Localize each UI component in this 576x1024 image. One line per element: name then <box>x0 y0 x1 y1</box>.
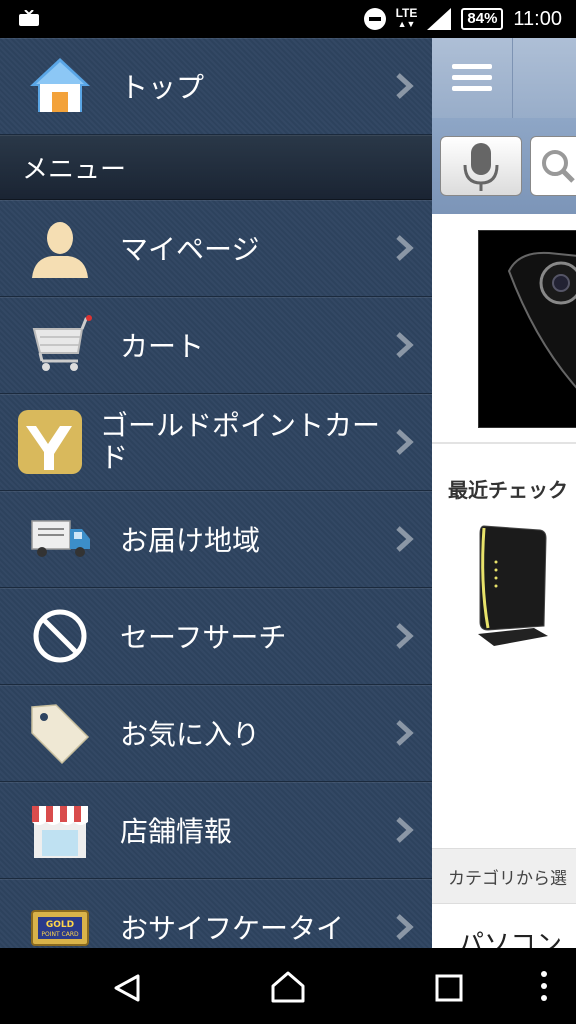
drawer-item-label: お届け地域 <box>120 524 261 557</box>
gold-point-card-logo-icon <box>18 410 82 474</box>
chevron-right-icon <box>396 429 414 455</box>
battery-indicator: 84% <box>461 8 504 30</box>
search-icon <box>542 150 575 183</box>
voice-search-button[interactable] <box>440 136 522 196</box>
chevron-right-icon <box>396 720 414 746</box>
divider <box>432 442 576 444</box>
home-button-icon[interactable] <box>270 970 306 1004</box>
drawer-item-osaifu-keitai[interactable]: GOLD POINT CARD おサイフケータイ <box>0 879 432 948</box>
chevron-right-icon <box>396 332 414 358</box>
category-bar-label: カテゴリから選 <box>448 869 567 889</box>
category-pc-link[interactable]: パソコン <box>458 924 562 948</box>
chevron-right-icon <box>396 526 414 552</box>
cart-icon <box>32 315 92 371</box>
svg-text:POINT CARD: POINT CARD <box>41 931 79 938</box>
clock: 11:00 <box>513 7 562 30</box>
lte-indicator: LTE ▲▼ <box>395 6 418 29</box>
system-navigation-bar <box>0 948 576 1024</box>
person-icon <box>32 222 88 278</box>
category-bar: カテゴリから選 <box>432 848 576 904</box>
drawer-item-top[interactable]: トップ <box>0 38 432 135</box>
drawer-item-label: ゴールドポイントカード <box>100 409 381 474</box>
drawer-item-label: カート <box>120 330 205 363</box>
drawer-item-label: 店舗情報 <box>120 815 233 848</box>
drawer-item-store-info[interactable]: 店舗情報 <box>0 782 432 879</box>
signal-icon <box>427 8 452 30</box>
more-options-icon[interactable] <box>538 970 550 1004</box>
drawer-item-label: おサイフケータイ <box>120 912 345 945</box>
point-card-icon: GOLD POINT CARD <box>31 910 89 946</box>
chevron-right-icon <box>396 817 414 843</box>
navigation-drawer: トップ メニュー マイページ カート ゴールドポイントカード お届け地域 セーフ… <box>0 38 432 948</box>
drawer-item-label: マイページ <box>120 233 260 266</box>
recently-checked-title: 最近チェック <box>448 478 568 502</box>
menu-section-header: メニュー <box>0 135 432 200</box>
tv-notification-icon <box>19 10 39 26</box>
app-content: 最近チェック カテゴリから選 パソコン トップ メニュー マイページ カート ゴ… <box>0 38 576 948</box>
no-entry-icon <box>33 609 87 663</box>
chevron-right-icon <box>396 73 414 99</box>
drawer-item-cart[interactable]: カート <box>0 297 432 394</box>
microphone-icon <box>463 143 499 191</box>
truck-icon <box>31 520 90 557</box>
chevron-right-icon <box>396 623 414 649</box>
do-not-disturb-icon <box>363 8 386 30</box>
product-banner-image[interactable] <box>478 230 576 428</box>
chevron-right-icon <box>396 235 414 261</box>
home-icon <box>30 58 90 112</box>
chevron-right-icon <box>396 914 414 940</box>
menu-section-title: メニュー <box>22 155 127 185</box>
router-product-image[interactable] <box>474 522 550 648</box>
drawer-item-delivery-area[interactable]: お届け地域 <box>0 491 432 588</box>
search-input[interactable] <box>530 136 576 196</box>
drawer-item-label: お気に入り <box>120 718 261 751</box>
phone-image <box>479 231 576 427</box>
store-icon <box>32 806 88 858</box>
svg-text:GOLD: GOLD <box>46 920 74 930</box>
search-bar <box>432 118 576 214</box>
back-icon[interactable] <box>112 972 144 1004</box>
status-bar: LTE ▲▼ 84% 11:00 <box>0 0 576 38</box>
drawer-item-favorites[interactable]: お気に入り <box>0 685 432 782</box>
drawer-item-mypage[interactable]: マイページ <box>0 200 432 297</box>
drawer-item-gold-point-card[interactable]: ゴールドポイントカード <box>0 394 432 491</box>
drawer-item-label: セーフサーチ <box>120 621 287 654</box>
drawer-item-safe-search[interactable]: セーフサーチ <box>0 588 432 685</box>
drawer-item-top-label: トップ <box>120 71 205 104</box>
page-header <box>432 38 576 118</box>
background-page: 最近チェック カテゴリから選 パソコン <box>432 38 576 948</box>
menu-button[interactable] <box>432 38 513 118</box>
recent-apps-icon[interactable] <box>434 974 464 1002</box>
tag-icon <box>31 704 90 765</box>
